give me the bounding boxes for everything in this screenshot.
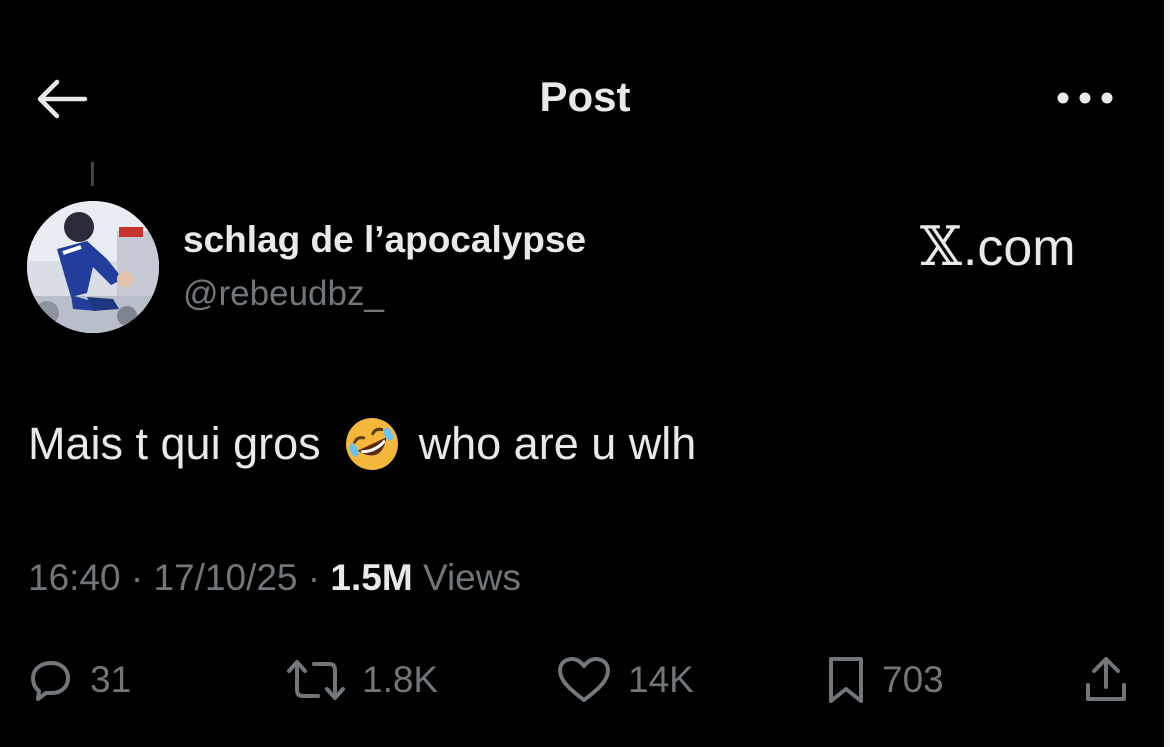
reply-count: 31 bbox=[90, 659, 132, 700]
repost-button[interactable]: 1.8K bbox=[286, 650, 438, 710]
post-screen: Post schlag de l’apocalypse @rebeudbz_ 𝕏… bbox=[0, 0, 1170, 747]
bookmark-button[interactable]: 703 bbox=[826, 650, 944, 710]
back-button[interactable] bbox=[30, 74, 92, 124]
post-meta: 16:40 · 17/10/25 · 1.5M Views bbox=[28, 557, 521, 599]
reply-button[interactable]: 31 bbox=[28, 650, 131, 710]
page-title: Post bbox=[539, 73, 631, 120]
more-options-button[interactable] bbox=[1050, 78, 1120, 118]
post-text: Mais t qui gros who are u wlh bbox=[28, 415, 696, 473]
bookmark-count: 703 bbox=[882, 659, 944, 700]
meta-separator: · bbox=[130, 557, 144, 598]
like-button[interactable]: 14K bbox=[556, 650, 694, 710]
heart-icon bbox=[558, 657, 610, 702]
user-handle[interactable]: @rebeudbz_ bbox=[183, 274, 384, 314]
watermark-text: .com bbox=[962, 219, 1076, 277]
avatar-image bbox=[27, 201, 159, 333]
avatar[interactable] bbox=[27, 201, 159, 333]
screenshot-edge bbox=[1164, 0, 1170, 747]
display-name[interactable]: schlag de l’apocalypse bbox=[183, 219, 586, 261]
views-label[interactable]: Views bbox=[423, 557, 521, 598]
post-time[interactable]: 16:40 bbox=[28, 557, 121, 598]
repost-count: 1.8K bbox=[362, 659, 439, 700]
arrow-left-icon bbox=[37, 79, 88, 119]
views-count[interactable]: 1.5M bbox=[330, 557, 412, 598]
meta-separator: · bbox=[307, 557, 321, 598]
bookmark-icon bbox=[829, 657, 863, 703]
post-date[interactable]: 17/10/25 bbox=[153, 557, 297, 598]
share-icon bbox=[1086, 657, 1126, 701]
reply-icon bbox=[31, 661, 70, 701]
x-logo-icon: 𝕏 bbox=[920, 215, 962, 278]
post-text-after: who are u wlh bbox=[418, 418, 697, 469]
more-horizontal-icon bbox=[1057, 92, 1113, 104]
like-count: 14K bbox=[628, 659, 694, 700]
x-com-watermark: 𝕏 .com bbox=[920, 215, 1076, 278]
repost-icon bbox=[287, 660, 345, 700]
post-text-before: Mais t qui gros bbox=[28, 418, 321, 469]
thread-connector-line bbox=[91, 162, 94, 186]
rolling-on-floor-laughing-emoji-icon bbox=[345, 418, 398, 470]
share-button[interactable] bbox=[1083, 650, 1129, 710]
